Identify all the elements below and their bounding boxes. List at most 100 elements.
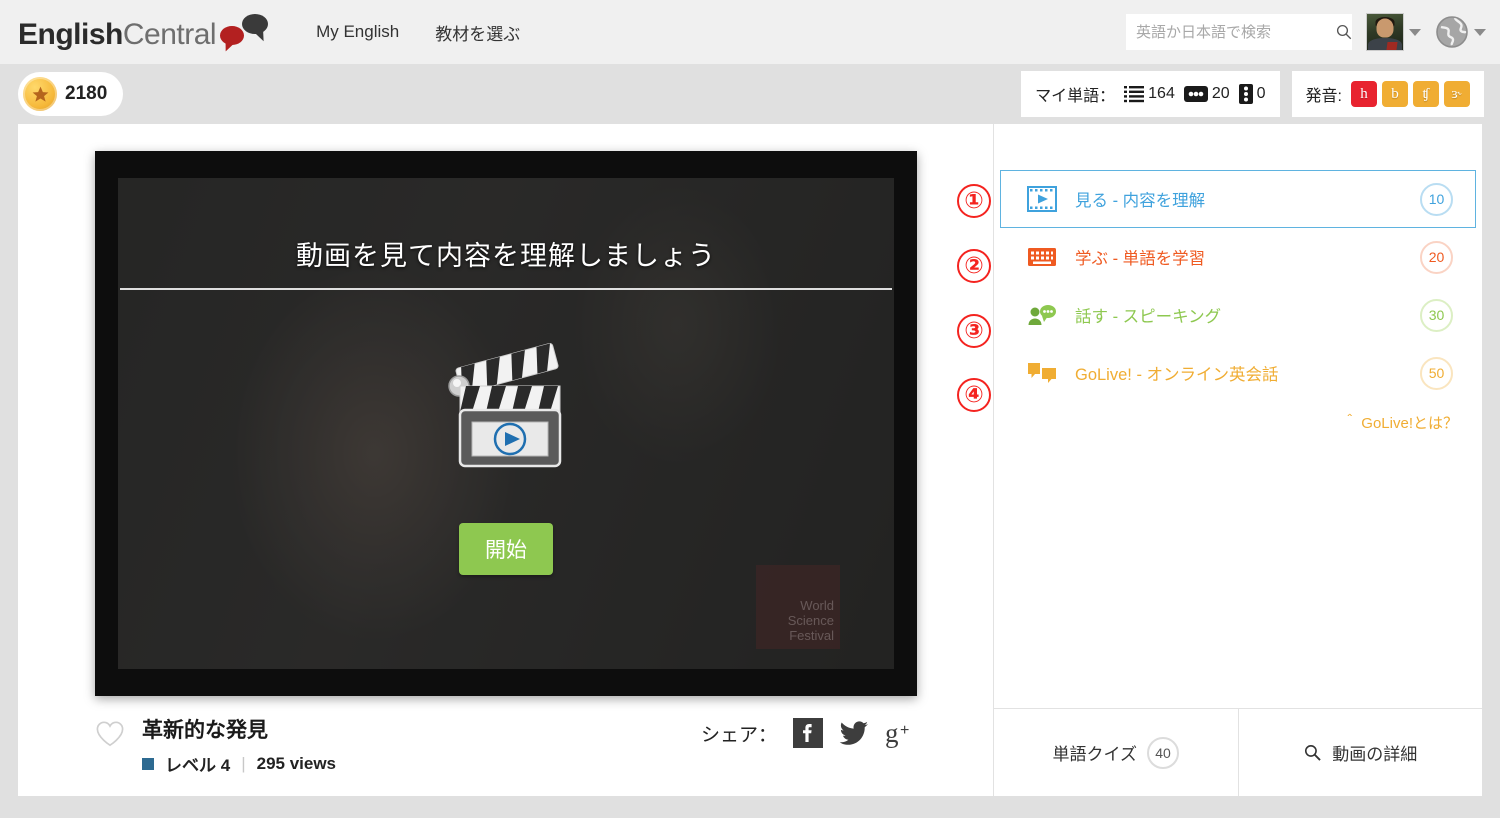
activity-score-learn: 20 <box>1420 240 1453 274</box>
watermark-line-1: World <box>800 598 834 613</box>
vocab-quiz-label: 単語クイズ <box>1052 745 1138 764</box>
svg-text:g: g <box>885 718 899 748</box>
stat-film-strip[interactable]: 0 <box>1238 84 1266 104</box>
video-watermark: World Science Festival <box>756 565 840 649</box>
pronunciation-stats[interactable]: 発音: h b ʧ ɜ˞ <box>1291 71 1484 117</box>
points-badge[interactable]: 2180 <box>18 72 124 116</box>
level-color-square <box>142 757 154 770</box>
annotation-circle-4: ④ <box>957 378 991 412</box>
annotation-circle-1: ① <box>957 184 991 218</box>
activity-score-speak: 30 <box>1420 298 1453 332</box>
activity-label-learn: 学ぶ - 単語を学習 <box>1075 250 1206 268</box>
video-pane: 動画を見て内容を理解しましょう 開始 World Science Festiva… <box>18 124 993 796</box>
google-plus-icon[interactable]: g + <box>885 718 917 748</box>
watermark-line-3: Festival <box>789 628 834 643</box>
stat-word-list-value: 164 <box>1148 85 1175 102</box>
pronunciation-badge-group: h b ʧ ɜ˞ <box>1351 81 1470 107</box>
nav-my-english[interactable]: My English <box>316 22 399 42</box>
flashcard-icon <box>1183 86 1208 102</box>
vocab-quiz-button[interactable]: 単語クイズ 40 <box>994 709 1238 796</box>
video-details-button[interactable]: 動画の詳細 <box>1237 709 1483 796</box>
start-button[interactable]: 開始 <box>459 523 553 575</box>
activity-row-golive[interactable]: GoLive! - オンライン英会話 50 <box>1000 344 1476 402</box>
search-box[interactable] <box>1126 14 1352 50</box>
main-content: 動画を見て内容を理解しましょう 開始 World Science Festiva… <box>18 124 1482 796</box>
annotation-circle-3: ③ <box>957 314 991 348</box>
view-count: 295 views <box>256 753 337 773</box>
stat-word-list[interactable]: 164 <box>1124 84 1175 104</box>
avatar[interactable] <box>1366 13 1404 51</box>
video-canvas[interactable]: 動画を見て内容を理解しましょう 開始 World Science Festiva… <box>118 178 894 669</box>
account-menu[interactable] <box>1366 13 1421 51</box>
annotation-circle-2: ② <box>957 249 991 283</box>
search-input[interactable] <box>1136 23 1335 41</box>
pron-badge-h[interactable]: h <box>1351 81 1377 107</box>
header-right-cluster <box>1126 13 1486 51</box>
film-strip-icon <box>1238 84 1253 104</box>
activity-row-learn[interactable]: 学ぶ - 単語を学習 20 <box>1000 228 1476 286</box>
video-player[interactable]: 動画を見て内容を理解しましょう 開始 World Science Festiva… <box>95 151 917 696</box>
video-details-label: 動画の詳細 <box>1332 745 1418 764</box>
stat-film-strip-value: 0 <box>1256 85 1266 102</box>
sub-header-right: マイ単語： 164 20 0 発音: h b ʧ ɜ˞ <box>1021 71 1484 117</box>
video-title-divider <box>120 288 892 290</box>
stat-flashcard[interactable]: 20 <box>1183 85 1230 103</box>
facebook-icon[interactable] <box>793 718 823 748</box>
activity-label-watch: 見る - 内容を理解 <box>1075 192 1206 210</box>
vocab-quiz-score: 40 <box>1147 736 1179 769</box>
magnifier-icon <box>1305 744 1321 761</box>
main-nav: My English 教材を選ぶ <box>316 20 520 45</box>
pron-badge-ch[interactable]: ʧ <box>1413 81 1439 107</box>
page-root: English Central My English 教材を選ぶ 英語か日本語で… <box>0 0 1500 818</box>
speak-person-icon <box>1027 303 1067 327</box>
speech-bubbles-icon <box>218 12 269 52</box>
learn-keyboard-icon <box>1027 245 1067 269</box>
activity-score-watch: 10 <box>1420 182 1453 216</box>
meta-divider: | <box>241 753 246 773</box>
sub-header: 2180 マイ単語： 164 20 0 発音: h b ʧ ɜ˞ <box>0 64 1500 124</box>
logo-primary-text: English <box>18 18 123 51</box>
pron-badge-b[interactable]: b <box>1382 81 1408 107</box>
twitter-icon[interactable] <box>839 720 869 746</box>
activity-row-watch[interactable]: 見る - 内容を理解 10 <box>1000 170 1476 228</box>
activity-footer: 単語クイズ 40 動画の詳細 <box>994 708 1482 796</box>
chevron-down-icon-language[interactable] <box>1474 28 1486 36</box>
nav-choose-material[interactable]: 教材を選ぶ <box>435 20 520 45</box>
site-logo[interactable]: English Central <box>18 12 269 52</box>
video-overlay-title: 動画を見て内容を理解しましょう <box>296 241 716 271</box>
video-title: 革新的な発見 <box>142 719 268 742</box>
activity-label-golive: GoLive! - オンライン英会話 <box>1075 366 1279 384</box>
heart-icon[interactable] <box>95 720 125 748</box>
globe-icon[interactable] <box>1435 15 1469 49</box>
clapperboard-play-icon[interactable] <box>442 328 570 483</box>
svg-text:+: + <box>900 722 909 739</box>
top-header: English Central My English 教材を選ぶ <box>0 0 1500 64</box>
points-value: 2180 <box>65 83 108 104</box>
watch-film-icon <box>1027 186 1067 212</box>
level-label: レベル 4 <box>165 756 231 775</box>
star-coin-icon <box>23 77 57 111</box>
activity-list: 見る - 内容を理解 10 学ぶ - 単語を学習 20 話す - スピーキング … <box>994 124 1482 433</box>
video-meta: 革新的な発見 レベル 4 | 295 views シェア： g + <box>95 714 917 776</box>
activity-label-speak: 話す - スピーキング <box>1075 308 1222 326</box>
chevron-down-icon[interactable] <box>1409 28 1421 36</box>
word-list-icon <box>1124 86 1145 103</box>
golive-chat-icon <box>1027 361 1067 385</box>
pron-badge-er[interactable]: ɜ˞ <box>1444 81 1470 107</box>
pronunciation-label: 発音: <box>1305 88 1342 105</box>
share-label: シェア： <box>700 724 777 746</box>
golive-info-link[interactable]: ＾ GoLive!とは？ <box>994 402 1482 433</box>
activity-row-speak[interactable]: 話す - スピーキング 30 <box>1000 286 1476 344</box>
stat-flashcard-value: 20 <box>1211 85 1230 102</box>
activity-pane: 見る - 内容を理解 10 学ぶ - 単語を学習 20 話す - スピーキング … <box>993 124 1482 796</box>
video-meta-text: 革新的な発見 レベル 4 | 295 views <box>142 714 336 776</box>
activity-score-golive: 50 <box>1420 356 1453 390</box>
watermark-line-2: Science <box>787 613 834 628</box>
share-group: シェア： g + <box>701 718 917 748</box>
search-icon[interactable] <box>1335 23 1353 41</box>
my-vocab-label: マイ単語： <box>1035 88 1116 105</box>
logo-secondary-text: Central <box>122 18 217 51</box>
video-meta-sub: レベル 4 | 295 views <box>142 751 336 776</box>
language-menu[interactable] <box>1435 15 1486 49</box>
my-vocab-stats[interactable]: マイ単語： 164 20 0 <box>1021 71 1280 117</box>
